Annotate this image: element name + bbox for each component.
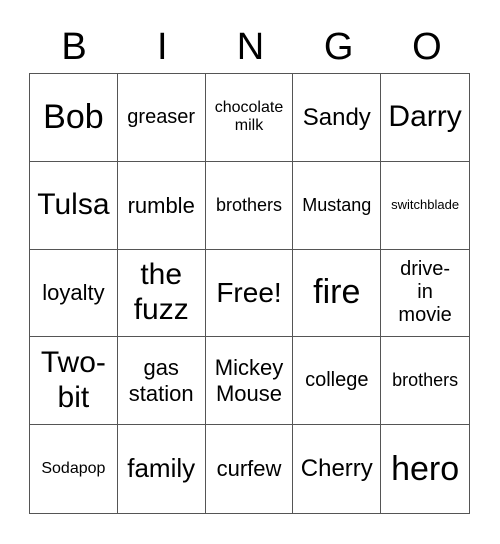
bingo-cell[interactable]: Bob bbox=[30, 74, 118, 162]
bingo-cell[interactable]: college bbox=[293, 337, 382, 426]
bingo-cell[interactable]: gas station bbox=[117, 337, 206, 426]
header-letter-n: N bbox=[236, 26, 265, 68]
bingo-cell[interactable]: chocolate milk bbox=[205, 74, 294, 162]
bingo-cell[interactable]: fire bbox=[293, 249, 382, 338]
bingo-cell[interactable]: loyalty bbox=[30, 249, 118, 338]
header-letter-g: G bbox=[323, 26, 354, 68]
header-letter-i: I bbox=[157, 26, 168, 68]
bingo-cell[interactable]: rumble bbox=[117, 161, 206, 250]
bingo-cell[interactable]: brothers bbox=[205, 161, 294, 250]
bingo-cell[interactable]: Mickey Mouse bbox=[205, 337, 294, 426]
bingo-cell[interactable]: switchblade bbox=[381, 162, 469, 250]
bingo-cell[interactable]: drive-in movie bbox=[381, 250, 469, 338]
bingo-cell[interactable]: family bbox=[118, 425, 206, 513]
bingo-grid: Bob greaser chocolate milk Sandy Darry T… bbox=[29, 73, 470, 514]
bingo-cell[interactable]: Two-bit bbox=[30, 337, 118, 426]
bingo-cell[interactable]: hero bbox=[381, 425, 469, 513]
bingo-header: B I N G O bbox=[30, 22, 471, 72]
bingo-cell[interactable]: Tulsa bbox=[30, 161, 118, 250]
bingo-cell[interactable]: curfew bbox=[206, 425, 294, 513]
bingo-cell[interactable]: Sodapop bbox=[30, 425, 118, 513]
free-space[interactable]: Free! bbox=[205, 249, 294, 338]
bingo-cell[interactable]: the fuzz bbox=[117, 249, 206, 338]
header-letter-o: O bbox=[412, 26, 442, 68]
bingo-cell[interactable]: Cherry bbox=[293, 425, 382, 513]
bingo-cell[interactable]: Sandy bbox=[293, 74, 382, 162]
bingo-cell[interactable]: Darry bbox=[381, 74, 469, 162]
bingo-cell[interactable]: Mustang bbox=[293, 161, 382, 250]
header-letter-b: B bbox=[61, 26, 87, 68]
bingo-cell[interactable]: brothers bbox=[381, 337, 469, 426]
bingo-cell[interactable]: greaser bbox=[117, 74, 206, 162]
